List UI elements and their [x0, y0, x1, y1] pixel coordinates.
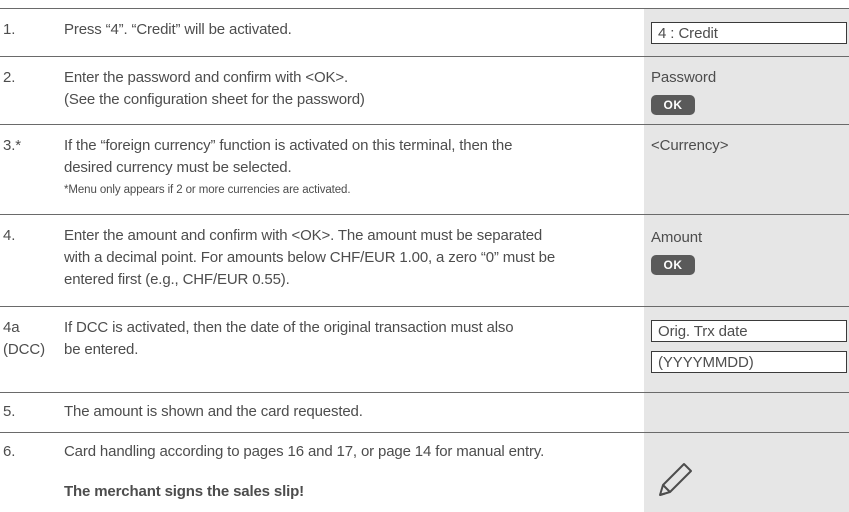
step-number-line: 4a [3, 319, 20, 336]
terminal-display-column: <Currency> [644, 125, 849, 214]
step-text-line: with a decimal point. For amounts below … [64, 249, 556, 266]
step-text-line: be entered. [64, 341, 139, 358]
terminal-display-column: Amount OK [644, 215, 849, 306]
terminal-display-column: 4 : Credit [644, 9, 849, 56]
step-row: 4. Enter the amount and confirm with <OK… [0, 214, 849, 306]
step-text: Enter the amount and confirm with <OK>. … [64, 225, 630, 291]
step-row: 4a (DCC) If DCC is activated, then the d… [0, 306, 849, 392]
pen-icon [659, 463, 692, 496]
step-text: Enter the password and confirm with <OK>… [64, 67, 630, 111]
step-text-line: Enter the password and confirm with <OK>… [64, 69, 348, 86]
step-number: 5. [3, 403, 16, 420]
terminal-display-column: Password OK [644, 57, 849, 124]
step-text: Press “4”. “Credit” will be activated. [64, 21, 292, 38]
terminal-display-field: (YYYYMMDD) [651, 351, 847, 373]
step-text: The amount is shown and the card request… [64, 403, 363, 420]
terminal-display-column [644, 433, 849, 512]
step-text: If DCC is activated, then the date of th… [64, 317, 630, 361]
step-text-line: (See the configuration sheet for the pas… [64, 91, 365, 108]
step-text-line: desired currency must be selected. [64, 159, 292, 176]
step-text-line: If the “foreign currency” function is ac… [64, 137, 513, 154]
step-row: 5. The amount is shown and the card requ… [0, 392, 849, 432]
ok-key-icon: OK [651, 95, 695, 115]
step-text-line: If DCC is activated, then the date of th… [64, 319, 514, 336]
terminal-display-column [644, 393, 849, 432]
step-number: 2. [3, 69, 16, 86]
step-row: 1. Press “4”. “Credit” will be activated… [0, 8, 849, 56]
step-text-line: Card handling according to pages 16 and … [64, 443, 545, 460]
terminal-prompt-label: Amount [651, 229, 703, 246]
step-number: 4a (DCC) [3, 317, 45, 361]
step-footnote: *Menu only appears if 2 or more currenci… [64, 184, 351, 196]
step-text: Card handling according to pages 16 and … [64, 441, 630, 503]
step-number: 6. [3, 443, 16, 460]
step-row: 2. Enter the password and confirm with <… [0, 56, 849, 124]
terminal-display-field: Orig. Trx date [651, 320, 847, 342]
step-text: If the “foreign currency” function is ac… [64, 135, 630, 199]
step-number: 1. [3, 21, 16, 38]
step-text-line: entered first (e.g., CHF/EUR 0.55). [64, 271, 290, 288]
step-number: 4. [3, 227, 16, 244]
terminal-display-column: Orig. Trx date (YYYYMMDD) [644, 307, 849, 392]
step-number: 3.* [3, 137, 22, 154]
step-number-line: (DCC) [3, 341, 45, 358]
step-row: 3.* If the “foreign currency” function i… [0, 124, 849, 214]
terminal-prompt-label: Password [651, 69, 717, 86]
step-text-line: Enter the amount and confirm with <OK>. … [64, 227, 543, 244]
terminal-display-field: 4 : Credit [651, 22, 847, 44]
terminal-prompt-label: <Currency> [651, 137, 729, 154]
ok-key-icon: OK [651, 255, 695, 275]
instruction-table: 1. Press “4”. “Credit” will be activated… [0, 0, 849, 512]
step-emphasis-text: The merchant signs the sales slip! [64, 483, 304, 500]
step-row: 6. Card handling according to pages 16 a… [0, 432, 849, 512]
